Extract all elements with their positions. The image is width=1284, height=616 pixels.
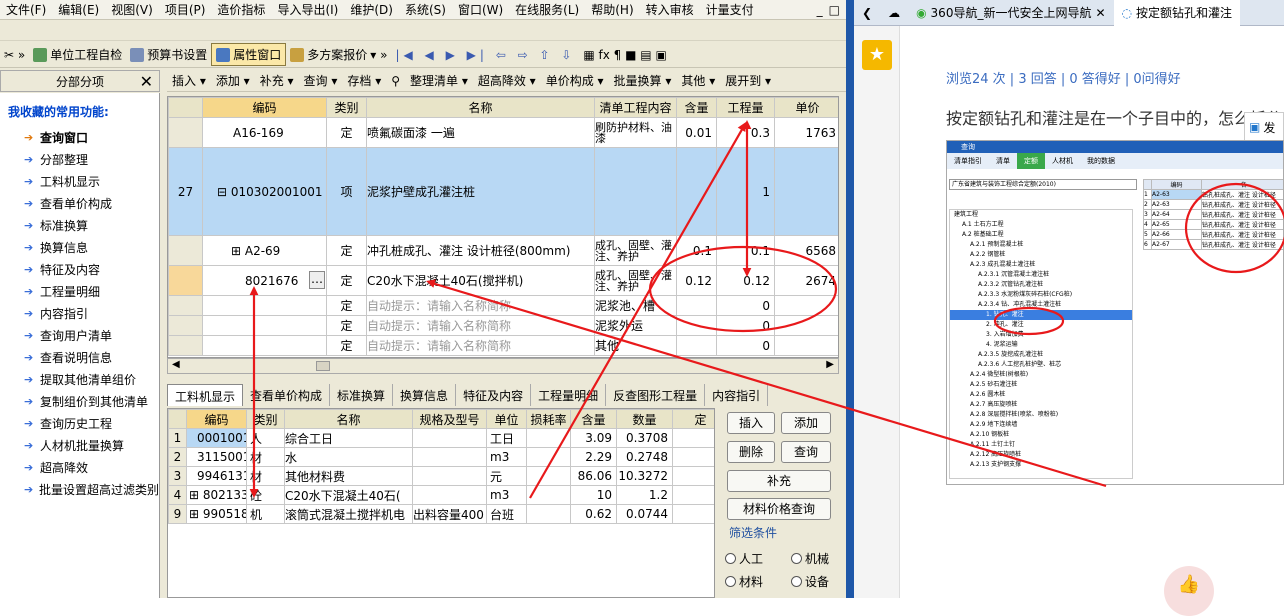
annotation-arrowhead (250, 286, 259, 295)
annotation-ellipse (1186, 184, 1284, 272)
annotation-line (432, 283, 1106, 486)
annotation-ellipse (995, 308, 1063, 334)
annotation-arrowhead (743, 268, 752, 277)
annotation-arrowhead (426, 279, 436, 287)
annotation-ellipse (650, 247, 836, 331)
annotation-arrowhead (250, 489, 259, 498)
annotation-overlay (0, 0, 1284, 598)
annotation-line (530, 126, 744, 498)
